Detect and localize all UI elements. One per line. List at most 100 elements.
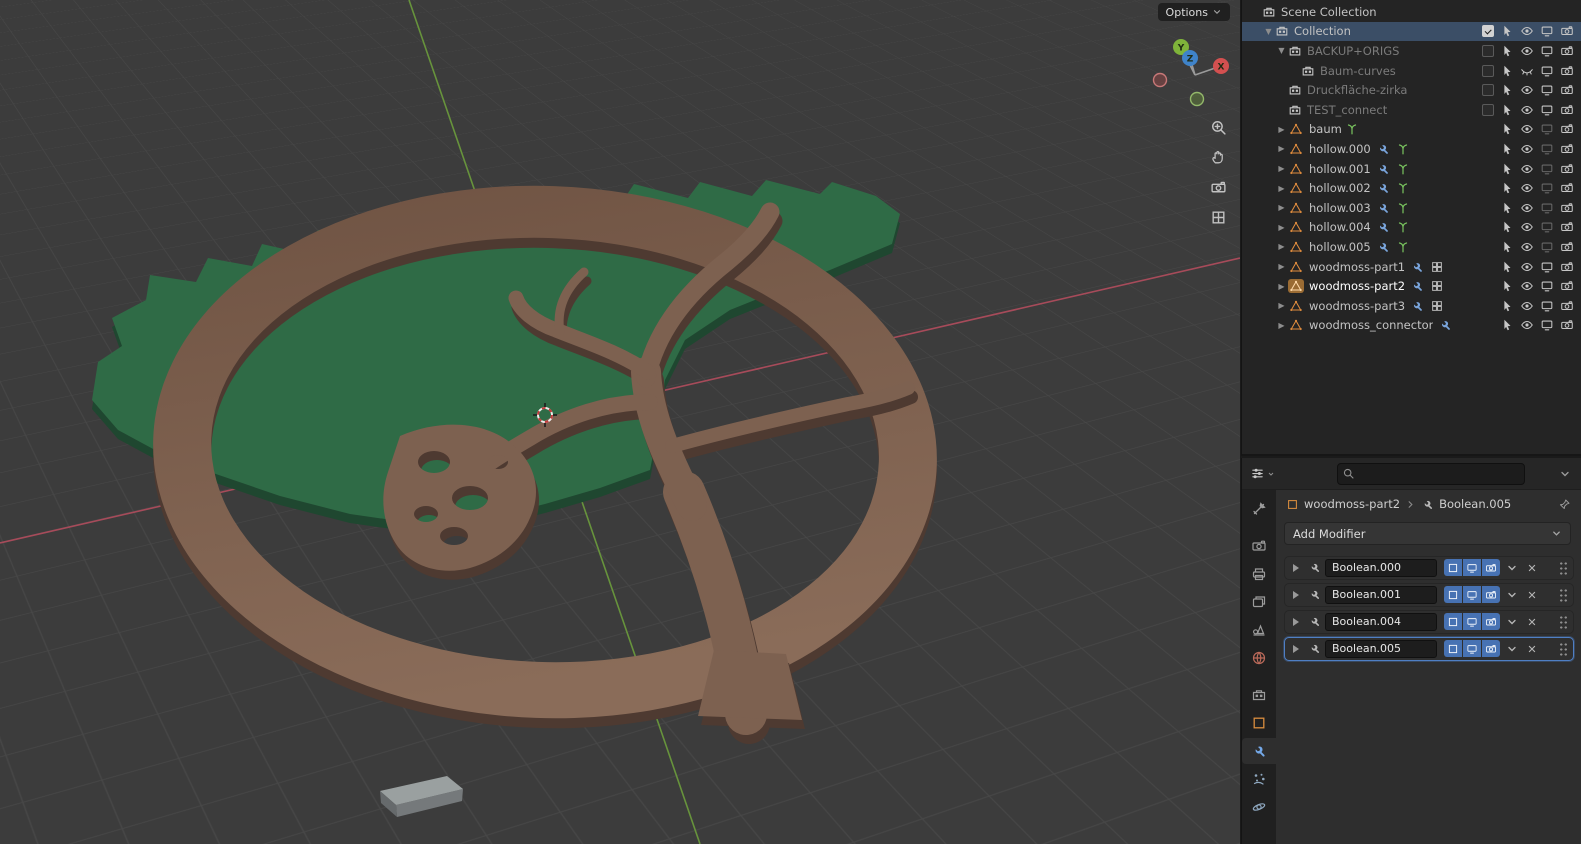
edit-mode-toggle[interactable] <box>1444 613 1462 630</box>
outliner-row[interactable]: ▶ hollow.004 <box>1242 218 1581 238</box>
tab-collection[interactable] <box>1244 682 1274 708</box>
realtime-display-toggle[interactable] <box>1463 586 1481 603</box>
disable-in-viewport-icon[interactable] <box>1538 298 1556 314</box>
outliner-row[interactable]: ▶ hollow.003 <box>1242 198 1581 218</box>
zoom-tool-button[interactable] <box>1205 114 1231 140</box>
disable-in-render-icon[interactable] <box>1558 102 1576 118</box>
disable-in-render-icon[interactable] <box>1558 200 1576 216</box>
disable-in-render-icon[interactable] <box>1558 63 1576 79</box>
disable-in-render-icon[interactable] <box>1558 259 1576 275</box>
hide-in-viewport-eye-icon[interactable] <box>1518 121 1536 137</box>
pin-icon[interactable] <box>1558 498 1571 511</box>
exclude-checkbox[interactable] <box>1480 23 1496 39</box>
outliner-row[interactable]: ▶ hollow.000 <box>1242 139 1581 159</box>
disable-in-render-icon[interactable] <box>1558 219 1576 235</box>
hidden-eye-closed-icon[interactable] <box>1518 63 1536 79</box>
outliner-item-label[interactable]: BACKUP+ORIGS <box>1307 44 1399 58</box>
expand-caret[interactable]: ▶ <box>1275 321 1288 330</box>
outliner-item-label[interactable]: woodmoss-part1 <box>1309 260 1405 274</box>
tab-physics[interactable] <box>1244 794 1274 820</box>
outliner-row[interactable]: Scene Collection <box>1242 2 1581 22</box>
outliner-item-label[interactable]: hollow.001 <box>1309 162 1371 176</box>
tab-output[interactable] <box>1244 561 1274 587</box>
disable-in-viewport-icon[interactable] <box>1538 141 1556 157</box>
outliner-item-label[interactable]: woodmoss-part3 <box>1309 299 1405 313</box>
selectable-toggle-icon[interactable] <box>1498 219 1516 235</box>
disable-in-render-icon[interactable] <box>1558 141 1576 157</box>
selectable-toggle-icon[interactable] <box>1498 141 1516 157</box>
outliner-item-label[interactable]: TEST_connect <box>1307 103 1387 117</box>
selectable-toggle-icon[interactable] <box>1498 298 1516 314</box>
expand-caret[interactable]: ▶ <box>1275 242 1288 251</box>
outliner-item-label[interactable]: hollow.000 <box>1309 142 1371 156</box>
expand-caret[interactable]: ▶ <box>1275 203 1288 212</box>
editor-type-button[interactable] <box>1250 466 1275 481</box>
hide-in-viewport-eye-icon[interactable] <box>1518 23 1536 39</box>
search-input[interactable] <box>1338 463 1524 484</box>
toggle-ortho-button[interactable] <box>1205 204 1231 230</box>
expand-caret[interactable]: ▶ <box>1275 301 1288 310</box>
gizmo-x-ball[interactable]: X <box>1213 58 1229 74</box>
disable-in-render-icon[interactable] <box>1558 23 1576 39</box>
expand-caret[interactable]: ▶ <box>1275 164 1288 173</box>
outliner-row[interactable]: ▶ woodmoss-part1 <box>1242 257 1581 277</box>
modifier-delete-button[interactable] <box>1524 643 1540 655</box>
modifier-delete-button[interactable] <box>1524 616 1540 628</box>
expand-caret[interactable]: ▶ <box>1275 125 1288 134</box>
selectable-toggle-icon[interactable] <box>1498 23 1516 39</box>
disable-in-viewport-icon[interactable] <box>1538 82 1556 98</box>
expand-caret[interactable] <box>1293 590 1303 599</box>
hide-in-viewport-eye-icon[interactable] <box>1518 141 1536 157</box>
breadcrumb-object[interactable]: woodmoss-part2 <box>1304 497 1400 511</box>
exclude-checkbox[interactable] <box>1480 82 1496 98</box>
outliner-row[interactable]: ▶ woodmoss_connector <box>1242 316 1581 336</box>
outliner-item-label[interactable]: hollow.002 <box>1309 181 1371 195</box>
outliner-row[interactable]: ▶ hollow.001 <box>1242 159 1581 179</box>
gizmo-neg-x-ball[interactable] <box>1152 72 1168 88</box>
render-toggle[interactable] <box>1482 586 1500 603</box>
outliner-row[interactable]: ▼ Collection <box>1242 21 1581 42</box>
tab-scene[interactable] <box>1244 617 1274 643</box>
render-toggle[interactable] <box>1482 640 1500 657</box>
disable-in-viewport-icon[interactable] <box>1538 102 1556 118</box>
header-options-button[interactable] <box>1557 468 1573 480</box>
modifier-name-field[interactable]: Boolean.000 <box>1325 558 1437 577</box>
box-model[interactable] <box>380 776 463 817</box>
expand-caret[interactable]: ▼ <box>1262 27 1275 36</box>
gizmo-neg-y-ball[interactable] <box>1189 91 1205 107</box>
selectable-toggle-icon[interactable] <box>1498 102 1516 118</box>
outliner-item-label[interactable]: Druckfläche-zirka <box>1307 83 1407 97</box>
expand-caret[interactable]: ▶ <box>1275 262 1288 271</box>
disable-in-viewport-icon[interactable] <box>1538 23 1556 39</box>
disable-in-viewport-icon[interactable] <box>1538 239 1556 255</box>
disable-in-viewport-icon[interactable] <box>1538 180 1556 196</box>
selectable-toggle-icon[interactable] <box>1498 278 1516 294</box>
modifier-delete-button[interactable] <box>1524 589 1540 601</box>
selectable-toggle-icon[interactable] <box>1498 200 1516 216</box>
drag-handle[interactable] <box>1559 560 1568 575</box>
disable-in-viewport-icon[interactable] <box>1538 317 1556 333</box>
disable-in-render-icon[interactable] <box>1558 43 1576 59</box>
selectable-toggle-icon[interactable] <box>1498 43 1516 59</box>
modifier-panel[interactable]: Boolean.005 <box>1284 636 1574 661</box>
drag-handle[interactable] <box>1559 587 1568 602</box>
selectable-toggle-icon[interactable] <box>1498 317 1516 333</box>
disable-in-render-icon[interactable] <box>1558 317 1576 333</box>
outliner-item-label[interactable]: Scene Collection <box>1281 5 1377 19</box>
realtime-display-toggle[interactable] <box>1463 559 1481 576</box>
pan-tool-button[interactable] <box>1205 144 1231 170</box>
hide-in-viewport-eye-icon[interactable] <box>1518 317 1536 333</box>
outliner-item-label[interactable]: Baum-curves <box>1320 64 1396 78</box>
expand-caret[interactable] <box>1293 644 1303 653</box>
hide-in-viewport-eye-icon[interactable] <box>1518 200 1536 216</box>
outliner-row[interactable]: ▶ hollow.005 <box>1242 237 1581 257</box>
edit-mode-toggle[interactable] <box>1444 640 1462 657</box>
expand-caret[interactable]: ▶ <box>1275 144 1288 153</box>
outliner-row[interactable]: TEST_connect <box>1242 100 1581 120</box>
outliner-row[interactable]: ▶ baum <box>1242 120 1581 140</box>
outliner-item-label[interactable]: Collection <box>1294 24 1351 38</box>
hide-in-viewport-eye-icon[interactable] <box>1518 43 1536 59</box>
exclude-checkbox[interactable] <box>1480 63 1496 79</box>
outliner-row[interactable]: ▶ hollow.002 <box>1242 178 1581 198</box>
outliner-item-label[interactable]: hollow.004 <box>1309 220 1371 234</box>
